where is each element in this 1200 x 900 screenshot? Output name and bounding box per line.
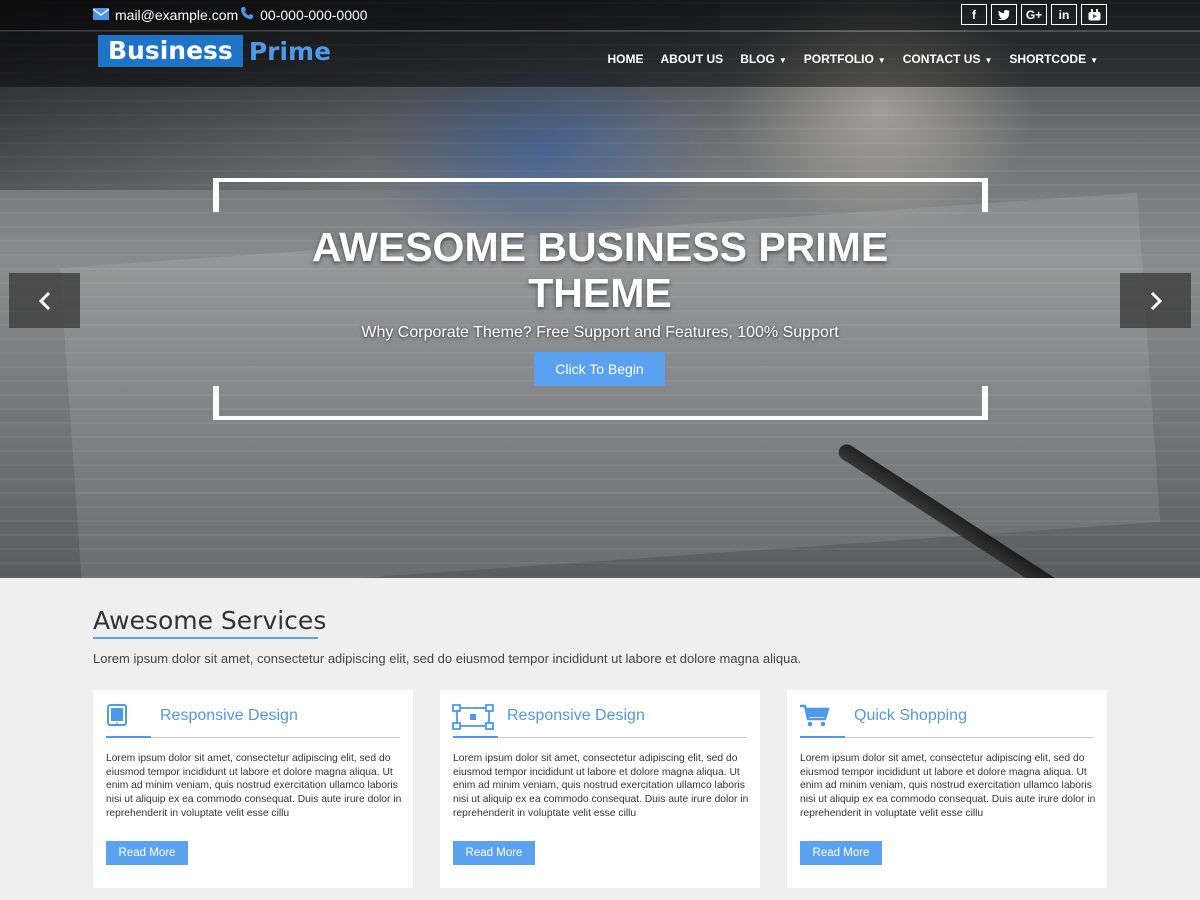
shopping-cart-icon [799,704,835,730]
service-card-title: Responsive Design [507,707,645,724]
nav-item-portfolio[interactable]: PORTFOLIO ▼ [804,52,886,66]
nav-item-shortcode[interactable]: SHORTCODE ▼ [1009,52,1098,66]
service-card: Responsive Design Lorem ipsum dolor sit … [440,690,760,888]
nav-item-about-us[interactable]: ABOUT US [661,52,724,66]
service-card-title: Responsive Design [160,707,298,724]
services-description: Lorem ipsum dolor sit amet, consectetur … [93,651,802,666]
logo-text-business: Business [98,35,243,67]
chevron-left-icon [38,291,50,310]
main-navbar: Business Prime HOME ABOUT US BLOG ▼ PORTF… [0,32,1200,87]
service-card-divider [453,736,747,738]
nav-item-home[interactable]: HOME [608,52,644,66]
google-plus-icon[interactable]: G+ [1021,4,1047,25]
phone-icon [240,6,254,23]
youtube-icon[interactable] [1081,4,1107,25]
slider-prev-button[interactable] [9,273,80,328]
services-heading-underline [93,637,318,639]
social-links: f G+ in [961,4,1107,25]
site-logo[interactable]: Business Prime [98,35,331,67]
services-heading: Awesome Services [93,606,327,635]
service-card-text: Lorem ipsum dolor sit amet, consectetur … [800,753,1096,819]
caret-down-icon: ▼ [778,56,787,65]
vector-square-icon [452,704,494,730]
twitter-icon[interactable] [991,4,1017,25]
read-more-button[interactable]: Read More [106,841,188,865]
envelope-icon [92,7,110,23]
service-card-text: Lorem ipsum dolor sit amet, consectetur … [106,753,402,819]
nav-item-contact-us[interactable]: CONTACT US ▼ [903,52,993,66]
service-card-divider [800,736,1094,738]
contact-info: mail@example.com 00-000-000-0000 [92,6,368,23]
caret-down-icon: ▼ [1090,56,1098,65]
slide-title: AWESOME BUSINESS PRIME THEME [311,224,889,316]
service-card-text: Lorem ipsum dolor sit amet, consectetur … [453,753,749,819]
logo-text-prime: Prime [248,36,332,66]
phone-link[interactable]: 00-000-000-0000 [260,7,367,23]
read-more-button[interactable]: Read More [453,841,535,865]
caret-down-icon: ▼ [877,56,886,65]
top-bar: mail@example.com 00-000-000-0000 f G+ in [0,0,1200,31]
chevron-right-icon [1150,291,1162,310]
tablet-icon [105,704,141,730]
nav-item-blog[interactable]: BLOG ▼ [740,52,787,66]
service-card-title: Quick Shopping [854,707,967,724]
main-menu: HOME ABOUT US BLOG ▼ PORTFOLIO ▼ CONTACT U… [608,52,1098,66]
facebook-icon[interactable]: f [961,4,987,25]
service-card-divider [106,736,400,738]
service-card: Responsive Design Lorem ipsum dolor sit … [93,690,413,888]
service-card: Quick Shopping Lorem ipsum dolor sit ame… [787,690,1107,888]
linkedin-icon[interactable]: in [1051,4,1077,25]
slider-next-button[interactable] [1120,273,1191,328]
click-to-begin-button[interactable]: Click To Begin [534,352,665,386]
caret-down-icon: ▼ [984,56,993,65]
read-more-button[interactable]: Read More [800,841,882,865]
slide-subtitle: Why Corporate Theme? Free Support and Fe… [361,324,839,341]
email-link[interactable]: mail@example.com [115,7,238,23]
